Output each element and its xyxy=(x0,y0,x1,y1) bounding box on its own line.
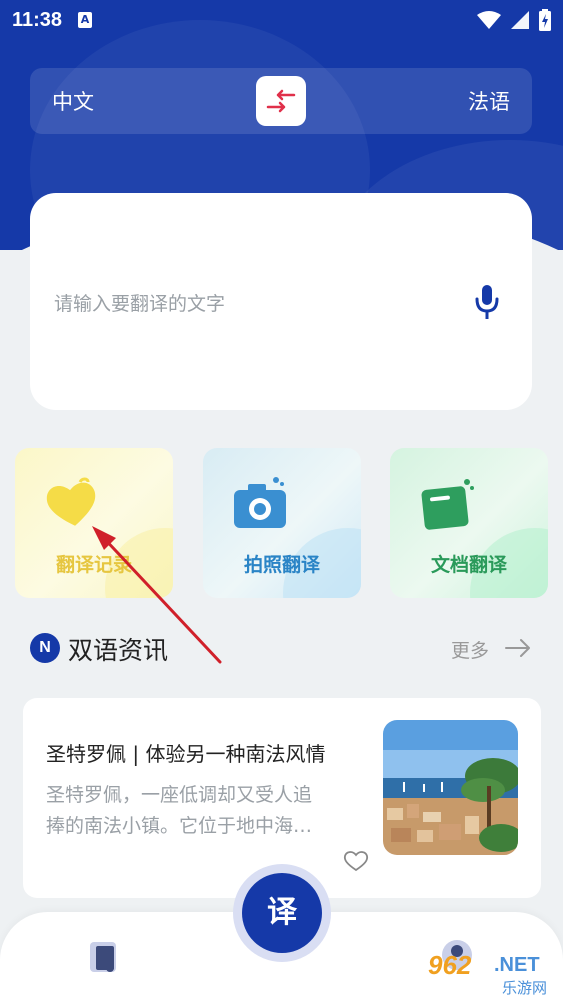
microphone-icon[interactable] xyxy=(474,285,500,321)
news-desc-line: 捧的南法小镇。它位于地中海… xyxy=(46,815,313,837)
target-language[interactable]: 法语 xyxy=(468,86,510,116)
news-photo xyxy=(383,720,518,855)
tile-label: 文档翻译 xyxy=(430,554,507,576)
battery-icon xyxy=(539,9,551,31)
document-translate-tile[interactable]: 文档翻译 xyxy=(390,448,548,598)
swap-arrows-icon xyxy=(266,89,296,113)
wifi-icon xyxy=(477,11,501,29)
watermark-sub: 乐游网 xyxy=(502,979,548,997)
news-badge-icon: N xyxy=(30,633,60,663)
tile-label: 翻译记录 xyxy=(55,554,132,576)
status-bar: 11:38 A xyxy=(0,0,563,40)
more-link[interactable]: 更多 xyxy=(451,636,489,663)
translate-input-card[interactable]: 请输入要翻译的文字 xyxy=(30,193,532,410)
source-language[interactable]: 中文 xyxy=(52,86,94,116)
language-bar: 中文 法语 xyxy=(30,68,532,134)
news-description: 圣特罗佩，一座低调却又受人追 捧的南法小镇。它位于地中海… xyxy=(46,780,366,842)
notification-icon: A xyxy=(78,12,93,28)
arrow-right-icon[interactable] xyxy=(505,638,531,658)
section-title: 双语资讯 xyxy=(68,636,169,665)
status-indicators xyxy=(477,9,551,31)
news-title[interactable]: 圣特罗佩 | 体验另一种南法风情 xyxy=(46,738,366,767)
swap-language-button[interactable] xyxy=(256,76,306,126)
translate-input-placeholder[interactable]: 请输入要翻译的文字 xyxy=(54,289,225,316)
watermark-logo: 962 .NET 乐游网 xyxy=(420,950,560,1000)
camera-icon xyxy=(234,477,286,528)
news-thumbnail xyxy=(383,720,518,855)
signal-icon xyxy=(511,11,529,29)
translate-fab-ring: 译 xyxy=(233,864,331,962)
watermark-net: .NET xyxy=(494,954,540,976)
status-time: 11:38 xyxy=(12,8,63,31)
photo-translate-tile[interactable]: 拍照翻译 xyxy=(203,448,361,598)
watermark-number: 962 xyxy=(428,950,472,980)
document-icon xyxy=(421,479,474,530)
heart-icon xyxy=(46,477,96,526)
translate-fab-button[interactable]: 译 xyxy=(242,873,322,953)
book-icon[interactable] xyxy=(86,940,120,974)
tile-label: 拍照翻译 xyxy=(243,554,320,576)
news-desc-line: 圣特罗佩，一座低调却又受人追 xyxy=(46,784,313,806)
heart-outline-icon[interactable] xyxy=(343,850,369,872)
translation-history-tile[interactable]: 翻译记录 xyxy=(15,448,173,598)
